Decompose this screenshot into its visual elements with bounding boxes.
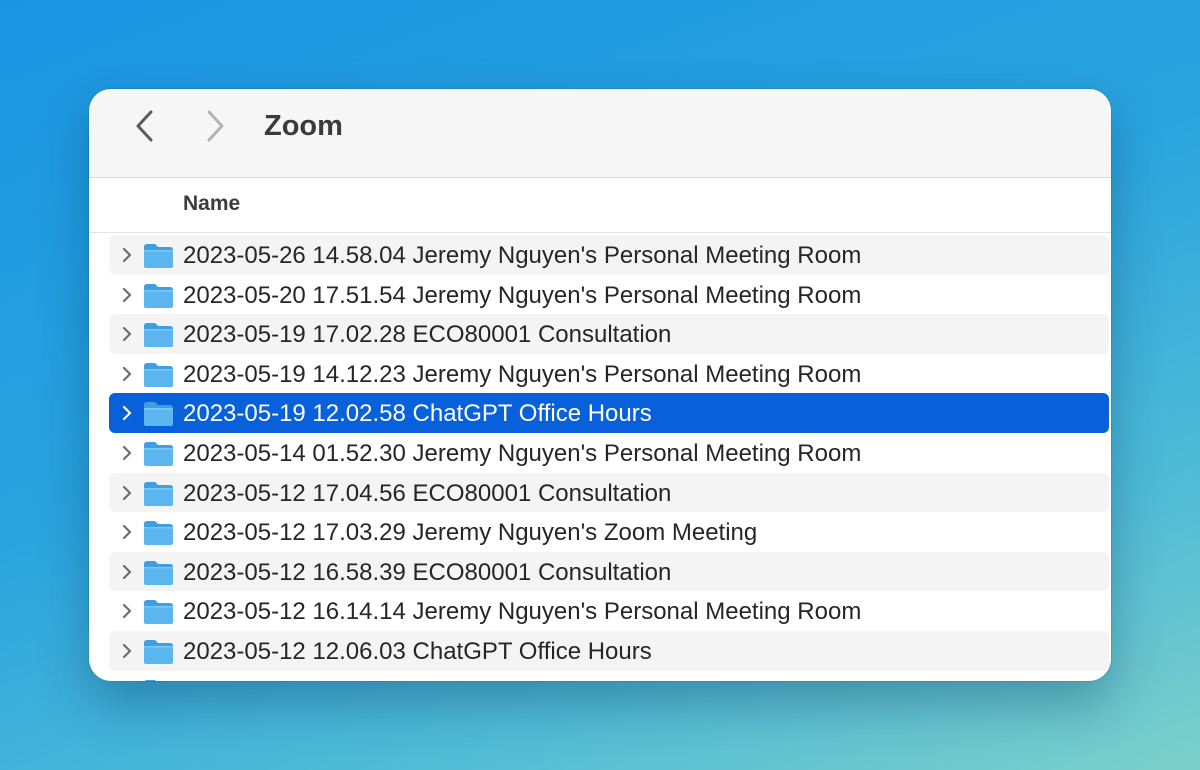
file-list: 2023-05-26 14.58.04 Jeremy Nguyen's Pers…: [109, 235, 1109, 681]
disclosure-triangle-icon[interactable]: [119, 563, 135, 581]
disclosure-triangle-icon[interactable]: [119, 365, 135, 383]
back-button[interactable]: [125, 106, 165, 146]
folder-icon: [144, 402, 173, 427]
folder-icon: [144, 244, 173, 268]
disclosure-triangle-icon[interactable]: [119, 246, 135, 264]
folder-icon: [144, 323, 173, 348]
folder-row[interactable]: 2023-05-12 17.03.29 Jeremy Nguyen's Zoom…: [109, 512, 1109, 552]
column-header-name[interactable]: Name: [89, 178, 1111, 233]
disclosure-triangle-icon[interactable]: [119, 325, 135, 343]
folder-row[interactable]: 2023-05-19 14.12.23 Jeremy Nguyen's Pers…: [109, 354, 1109, 394]
folder-row[interactable]: 2023-05-20 17.51.54 Jeremy Nguyen's Pers…: [109, 275, 1109, 315]
folder-icon: [144, 521, 173, 546]
column-header-label: Name: [183, 192, 241, 215]
folder-row[interactable]: 2023-05-14 01.52.30 Jeremy Nguyen's Pers…: [109, 433, 1109, 473]
folder-name: 2023-05-12 16.58.39 ECO80001 Consultatio…: [183, 558, 672, 586]
folder-name: 2023-05-19 14.12.23 Jeremy Nguyen's Pers…: [183, 360, 862, 388]
folder-row[interactable]: 2023-05-19 17.02.28 ECO80001 Consultatio…: [109, 314, 1109, 354]
chevron-right-icon: [207, 110, 224, 142]
folder-name: 2023-05-20 17.51.54 Jeremy Nguyen's Pers…: [183, 281, 862, 309]
folder-icon: [144, 441, 173, 466]
disclosure-triangle-icon[interactable]: [119, 523, 135, 541]
folder-icon: [144, 362, 173, 387]
disclosure-triangle-icon[interactable]: [119, 286, 135, 304]
toolbar: Zoom: [89, 89, 1111, 178]
folder-icon: [144, 600, 173, 625]
folder-icon: [144, 639, 173, 664]
folder-name: 2023-05-26 14.58.04 Jeremy Nguyen's Pers…: [183, 242, 862, 269]
folder-icon: [144, 283, 173, 308]
folder-row[interactable]: 2023-05-19 12.02.58 ChatGPT Office Hours: [109, 393, 1109, 433]
folder-icon: [144, 560, 173, 585]
folder-name: 2023-05-14 01.52.30 Jeremy Nguyen's Pers…: [183, 439, 862, 467]
disclosure-triangle-icon[interactable]: [119, 484, 135, 502]
folder-name: 2023-05-12 17.03.29 Jeremy Nguyen's Zoom…: [183, 519, 758, 547]
window-title: Zoom: [264, 110, 343, 142]
forward-button[interactable]: [195, 106, 235, 146]
finder-window: Zoom Name 2023-05-26 14.58.04 Jeremy Ngu…: [89, 89, 1111, 681]
folder-name: 2023-05-19 17.02.28 ECO80001 Consultatio…: [183, 321, 672, 349]
folder-row[interactable]: 2023-05-12 12.06.03 ChatGPT Office Hours: [109, 630, 1109, 671]
folder-row[interactable]: 2023-05-12 17.04.56 ECO80001 Consultatio…: [109, 472, 1109, 513]
disclosure-triangle-icon[interactable]: [119, 404, 135, 422]
disclosure-triangle-icon[interactable]: [119, 602, 135, 620]
disclosure-triangle-icon[interactable]: [119, 444, 135, 462]
folder-row[interactable]: 2023-05-12 16.14.14 Jeremy Nguyen's Pers…: [109, 591, 1109, 631]
folder-name: 2023-05-12 12.06.03 ChatGPT Office Hours: [183, 637, 652, 665]
folder-icon: [144, 481, 173, 506]
folder-name: 2023-05-12 17.04.56 ECO80001 Consultatio…: [183, 479, 672, 507]
folder-row-partial[interactable]: [109, 671, 1109, 681]
chevron-left-icon: [136, 110, 153, 142]
folder-row[interactable]: 2023-05-12 16.58.39 ECO80001 Consultatio…: [109, 551, 1109, 592]
folder-row[interactable]: 2023-05-26 14.58.04 Jeremy Nguyen's Pers…: [109, 235, 1109, 275]
disclosure-triangle-icon[interactable]: [119, 642, 135, 660]
folder-icon: [144, 679, 157, 681]
folder-name: 2023-05-12 16.14.14 Jeremy Nguyen's Pers…: [183, 598, 862, 626]
folder-name: 2023-05-19 12.02.58 ChatGPT Office Hours: [183, 400, 652, 428]
